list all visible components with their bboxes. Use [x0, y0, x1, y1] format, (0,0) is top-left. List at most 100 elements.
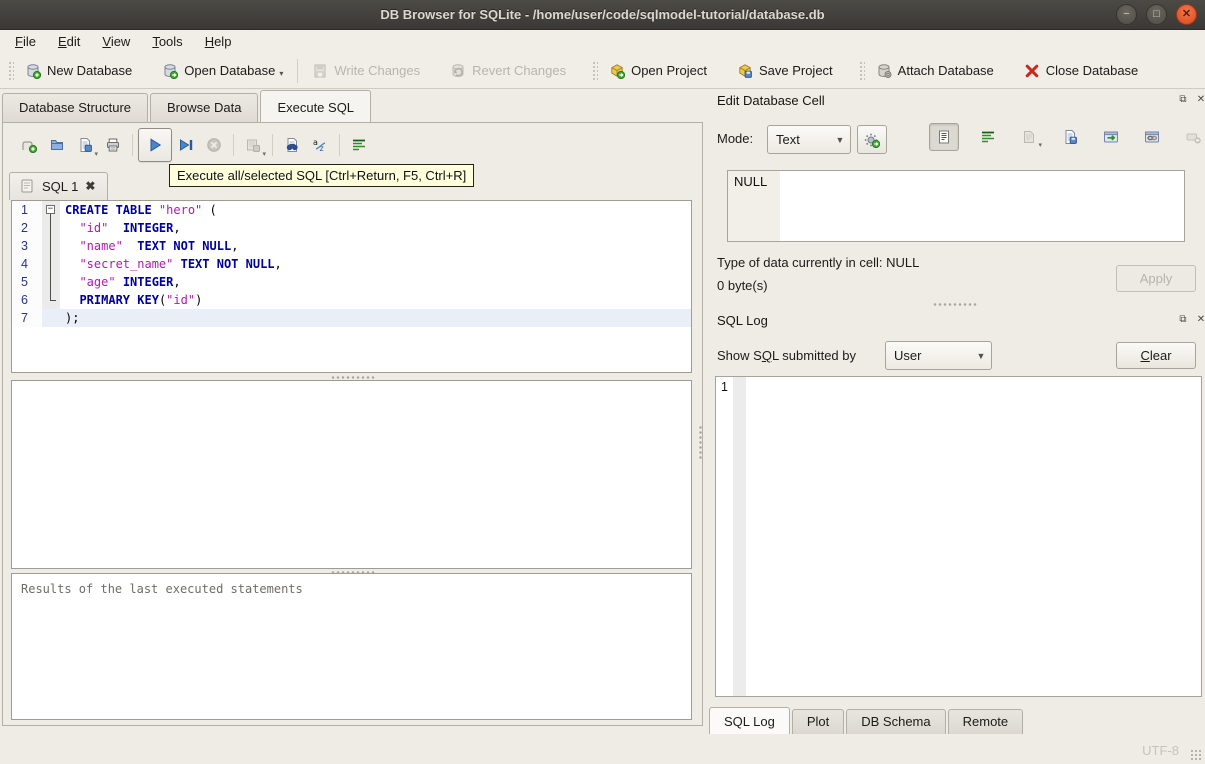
sql-editor[interactable]: 1− CREATE TABLE "hero" (2 "id" INTEGER, 3 …: [11, 200, 692, 373]
code-text: "secret_name" TEXT NOT NULL,: [79, 257, 282, 271]
sql-log-area[interactable]: 1: [715, 376, 1202, 697]
save-sql-file-button[interactable]: ▾: [71, 131, 99, 159]
open-database-button[interactable]: Open Database ▾: [154, 58, 291, 84]
results-grid-pane[interactable]: [11, 380, 692, 569]
cell-editor-area[interactable]: [780, 171, 1184, 241]
dock-tab-remote[interactable]: Remote: [947, 709, 1024, 734]
dock-close-icon[interactable]: ✕: [1195, 314, 1205, 326]
dock-tab-sql-log[interactable]: SQL Log: [709, 707, 790, 734]
resize-grip[interactable]: [1190, 749, 1202, 761]
main-tabbar: Database Structure Browse Data Execute SQL: [2, 90, 373, 122]
undock-icon[interactable]: ⧉: [1177, 94, 1189, 106]
close-database-button[interactable]: Close Database: [1016, 58, 1147, 84]
titlebar[interactable]: DB Browser for SQLite - /home/user/code/…: [0, 0, 1205, 30]
line-number: 6: [12, 291, 42, 309]
line-number: 2: [12, 219, 42, 237]
text-mode-button[interactable]: [929, 123, 959, 151]
mode-combobox[interactable]: Text ▼: [767, 125, 851, 154]
show-sql-label: Show SQL submitted by: [717, 348, 856, 363]
toolbar-separator: [233, 134, 234, 156]
editor-line[interactable]: 5 "age" INTEGER,: [12, 273, 691, 291]
tab-execute-sql[interactable]: Execute SQL: [260, 90, 372, 122]
editor-line[interactable]: 6 PRIMARY KEY("id"): [12, 291, 691, 309]
open-sql-file-button[interactable]: [43, 131, 71, 159]
dock-tab-db-schema[interactable]: DB Schema: [846, 709, 946, 734]
editor-line[interactable]: 7);: [12, 309, 691, 327]
results-message-pane[interactable]: Results of the last executed statements: [11, 573, 692, 720]
new-sql-tab-button[interactable]: [15, 131, 43, 159]
line-number: 1: [12, 201, 42, 219]
cell-size-info: 0 byte(s): [717, 278, 768, 293]
cell-editor[interactable]: NULL: [727, 170, 1185, 242]
sql-log-title-buttons: ⧉ ✕: [1177, 314, 1205, 326]
menu-file[interactable]: File: [4, 32, 47, 51]
word-wrap-button[interactable]: [345, 131, 373, 159]
sql-file-tab[interactable]: SQL 1 ✖: [9, 172, 109, 200]
log-text-area[interactable]: [746, 377, 1201, 696]
chevron-down-icon[interactable]: ▾: [1038, 141, 1042, 149]
apply-mode-button[interactable]: [857, 125, 887, 154]
menu-help[interactable]: Help: [194, 32, 243, 51]
close-button[interactable]: ✕: [1176, 4, 1197, 25]
svg-text:a: a: [313, 138, 318, 147]
dock-close-icon[interactable]: ✕: [1195, 94, 1205, 106]
open-project-button[interactable]: Open Project: [601, 58, 715, 84]
set-null-button[interactable]: [1181, 125, 1205, 149]
execute-all-button[interactable]: [138, 128, 172, 162]
open-project-icon: [609, 63, 626, 79]
open-sql-file-icon: [49, 137, 65, 153]
open-external-button[interactable]: [1099, 125, 1123, 149]
undock-icon[interactable]: ⧉: [1177, 314, 1189, 326]
copy-link-button[interactable]: [1140, 125, 1164, 149]
clear-button[interactable]: Clear: [1116, 342, 1196, 369]
cell-type-info: Type of data currently in cell: NULL: [717, 255, 920, 270]
fold-margin: [42, 309, 60, 327]
write-changes-button[interactable]: Write Changes: [304, 58, 428, 84]
execute-line-button[interactable]: [172, 131, 200, 159]
line-number: 3: [12, 237, 42, 255]
chevron-down-icon[interactable]: ▾: [279, 69, 283, 79]
editor-line[interactable]: 2 "id" INTEGER,: [12, 219, 691, 237]
new-database-button[interactable]: New Database: [17, 58, 140, 84]
code-text: "id" INTEGER,: [79, 221, 181, 235]
toolbar-button-label: Open Project: [631, 63, 707, 78]
edit-cell-title: Edit Database Cell: [717, 93, 825, 108]
fold-margin: [42, 255, 60, 273]
editor-line[interactable]: 4 "secret_name" TEXT NOT NULL,: [12, 255, 691, 273]
dock-section-splitter[interactable]: [933, 302, 977, 307]
line-number: 7: [12, 309, 42, 327]
apply-button[interactable]: Apply: [1116, 265, 1196, 292]
chevron-down-icon[interactable]: ▾: [262, 150, 266, 158]
tab-browse-data[interactable]: Browse Data: [150, 93, 259, 122]
chevron-down-icon[interactable]: ▾: [94, 150, 98, 158]
fold-collapse-icon[interactable]: −: [46, 205, 55, 214]
tab-database-structure[interactable]: Database Structure: [2, 93, 149, 122]
close-tab-icon[interactable]: ✖: [85, 179, 95, 193]
word-wrap-button[interactable]: [976, 125, 1000, 149]
maximize-button[interactable]: □: [1146, 4, 1167, 25]
export-data-button[interactable]: [1058, 125, 1082, 149]
minimize-button[interactable]: −: [1116, 4, 1137, 25]
editor-line[interactable]: 3 "name" TEXT NOT NULL,: [12, 237, 691, 255]
save-project-button[interactable]: Save Project: [729, 58, 841, 84]
save-results-button[interactable]: ▾: [239, 131, 267, 159]
import-data-button[interactable]: ▾: [1017, 125, 1042, 149]
sql-file-tab-label: SQL 1: [42, 178, 79, 194]
auto-format-button[interactable]: az: [306, 131, 334, 159]
menu-edit[interactable]: Edit: [47, 32, 91, 51]
print-button[interactable]: [99, 131, 127, 159]
new-sql-tab-icon: [21, 137, 37, 153]
mode-label: Mode:: [717, 131, 754, 146]
menu-tools[interactable]: Tools: [141, 32, 193, 51]
find-replace-button[interactable]: [278, 131, 306, 159]
dock-splitter-handle[interactable]: [698, 425, 703, 459]
fold-margin[interactable]: −: [42, 201, 60, 219]
attach-database-button[interactable]: Attach Database: [868, 58, 1002, 84]
edit-cell-title-buttons: ⧉ ✕: [1177, 94, 1205, 106]
revert-changes-button[interactable]: Revert Changes: [442, 58, 574, 84]
editor-line[interactable]: 1− CREATE TABLE "hero" (: [12, 201, 691, 219]
dock-tab-plot[interactable]: Plot: [791, 709, 845, 734]
stop-button[interactable]: [200, 131, 228, 159]
menu-view[interactable]: View: [91, 32, 141, 51]
log-filter-combobox[interactable]: User ▼: [885, 341, 992, 370]
